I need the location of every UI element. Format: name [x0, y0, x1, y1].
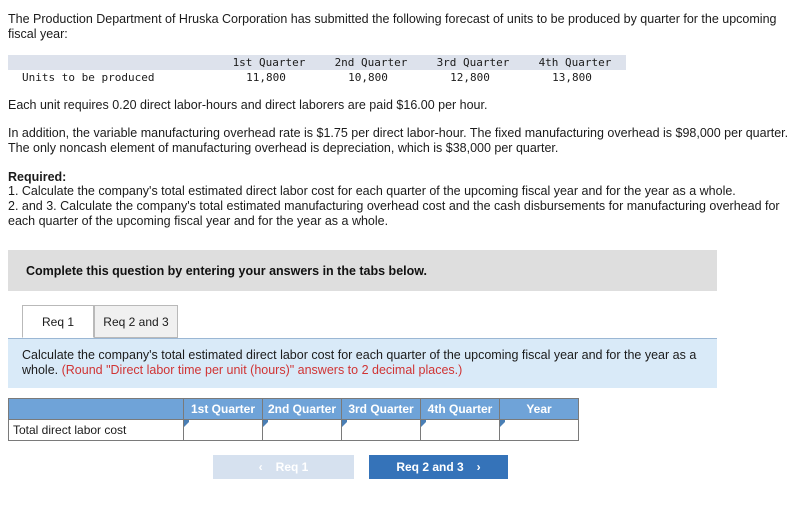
table-row: Units to be produced 11,800 10,800 12,80… — [8, 70, 626, 85]
next-req-button-label: Req 2 and 3 — [396, 460, 464, 474]
table-row: Total direct labor cost — [8, 419, 579, 441]
forecast-header-q4: 4th Quarter — [538, 56, 612, 69]
tab-instruction-note: (Round "Direct labor time per unit (hour… — [61, 363, 463, 377]
forecast-header-q2: 2nd Quarter — [334, 56, 408, 69]
chevron-right-icon: › — [476, 460, 481, 474]
tab-instruction-panel: Calculate the company's total estimated … — [8, 339, 717, 388]
prev-req-button-label: Req 1 — [275, 460, 309, 474]
forecast-table-head: 1st Quarter 2nd Quarter 3rd Quarter 4th … — [8, 55, 626, 70]
next-req-button[interactable]: Req 2 and 3 › — [369, 455, 508, 479]
forecast-cell-q4: 13,800 — [552, 71, 592, 84]
forecast-header-blank — [8, 55, 218, 70]
answer-header-blank — [8, 398, 184, 420]
answer-header-year: Year — [499, 398, 579, 420]
answer-input-q3[interactable] — [341, 419, 421, 441]
required-item-1: 1. Calculate the company's total estimat… — [8, 184, 736, 198]
answer-input-q1[interactable] — [183, 419, 263, 441]
forecast-header-q3: 3rd Quarter — [436, 56, 510, 69]
tab-req-2-and-3[interactable]: Req 2 and 3 — [94, 305, 178, 338]
cell-marker-icon — [421, 420, 426, 427]
forecast-table-body: Units to be produced 11,800 10,800 12,80… — [8, 70, 626, 85]
cell-marker-icon — [500, 420, 505, 427]
forecast-cell-q3: 12,800 — [450, 71, 490, 84]
chevron-left-icon: ‹ — [258, 460, 263, 474]
answer-header-q2: 2nd Quarter — [262, 398, 342, 420]
answer-input-q2[interactable] — [262, 419, 342, 441]
answer-table: 1st Quarter 2nd Quarter 3rd Quarter 4th … — [8, 398, 579, 441]
answer-table-body: Total direct labor cost — [8, 419, 579, 441]
answer-table-head: 1st Quarter 2nd Quarter 3rd Quarter 4th … — [8, 398, 579, 420]
cell-marker-icon — [342, 420, 347, 427]
intro-paragraph: The Production Department of Hruska Corp… — [8, 12, 777, 41]
complete-question-banner-text: Complete this question by entering your … — [26, 263, 427, 278]
forecast-row-label: Units to be produced — [22, 71, 155, 84]
answer-header-q4: 4th Quarter — [420, 398, 500, 420]
answer-input-year[interactable] — [499, 419, 579, 441]
tab-req-1-label: Req 1 — [41, 314, 75, 329]
cell-marker-icon — [184, 420, 189, 427]
answer-row-label: Total direct labor cost — [8, 419, 184, 441]
cell-marker-icon — [263, 420, 268, 427]
labor-fact-paragraph: Each unit requires 0.20 direct labor-hou… — [8, 98, 488, 112]
answer-input-q4[interactable] — [420, 419, 500, 441]
answer-header-q3: 3rd Quarter — [341, 398, 421, 420]
tab-req-1[interactable]: Req 1 — [22, 305, 94, 338]
complete-question-banner: Complete this question by entering your … — [8, 250, 717, 291]
requirement-tabs: Req 1 Req 2 and 3 — [8, 305, 717, 339]
answer-header-q1: 1st Quarter — [183, 398, 263, 420]
required-item-2: 2. and 3. Calculate the company's total … — [8, 199, 780, 228]
question-page: The Production Department of Hruska Corp… — [0, 0, 811, 479]
overhead-fact-paragraph: In addition, the variable manufacturing … — [8, 126, 789, 155]
tab-req-2-and-3-label: Req 2 and 3 — [103, 314, 169, 329]
answer-table-wrapper: 1st Quarter 2nd Quarter 3rd Quarter 4th … — [8, 398, 803, 441]
answer-header-row: 1st Quarter 2nd Quarter 3rd Quarter 4th … — [8, 398, 579, 420]
forecast-header-row: 1st Quarter 2nd Quarter 3rd Quarter 4th … — [8, 55, 626, 70]
required-heading: Required: — [8, 170, 67, 184]
forecast-cell-q2: 10,800 — [348, 71, 388, 84]
forecast-cell-q1: 11,800 — [246, 71, 286, 84]
prev-req-button[interactable]: ‹ Req 1 — [213, 455, 354, 479]
tab-navigation: ‹ Req 1 Req 2 and 3 › — [8, 455, 803, 479]
forecast-table: 1st Quarter 2nd Quarter 3rd Quarter 4th … — [8, 55, 626, 85]
forecast-header-q1: 1st Quarter — [232, 56, 306, 69]
